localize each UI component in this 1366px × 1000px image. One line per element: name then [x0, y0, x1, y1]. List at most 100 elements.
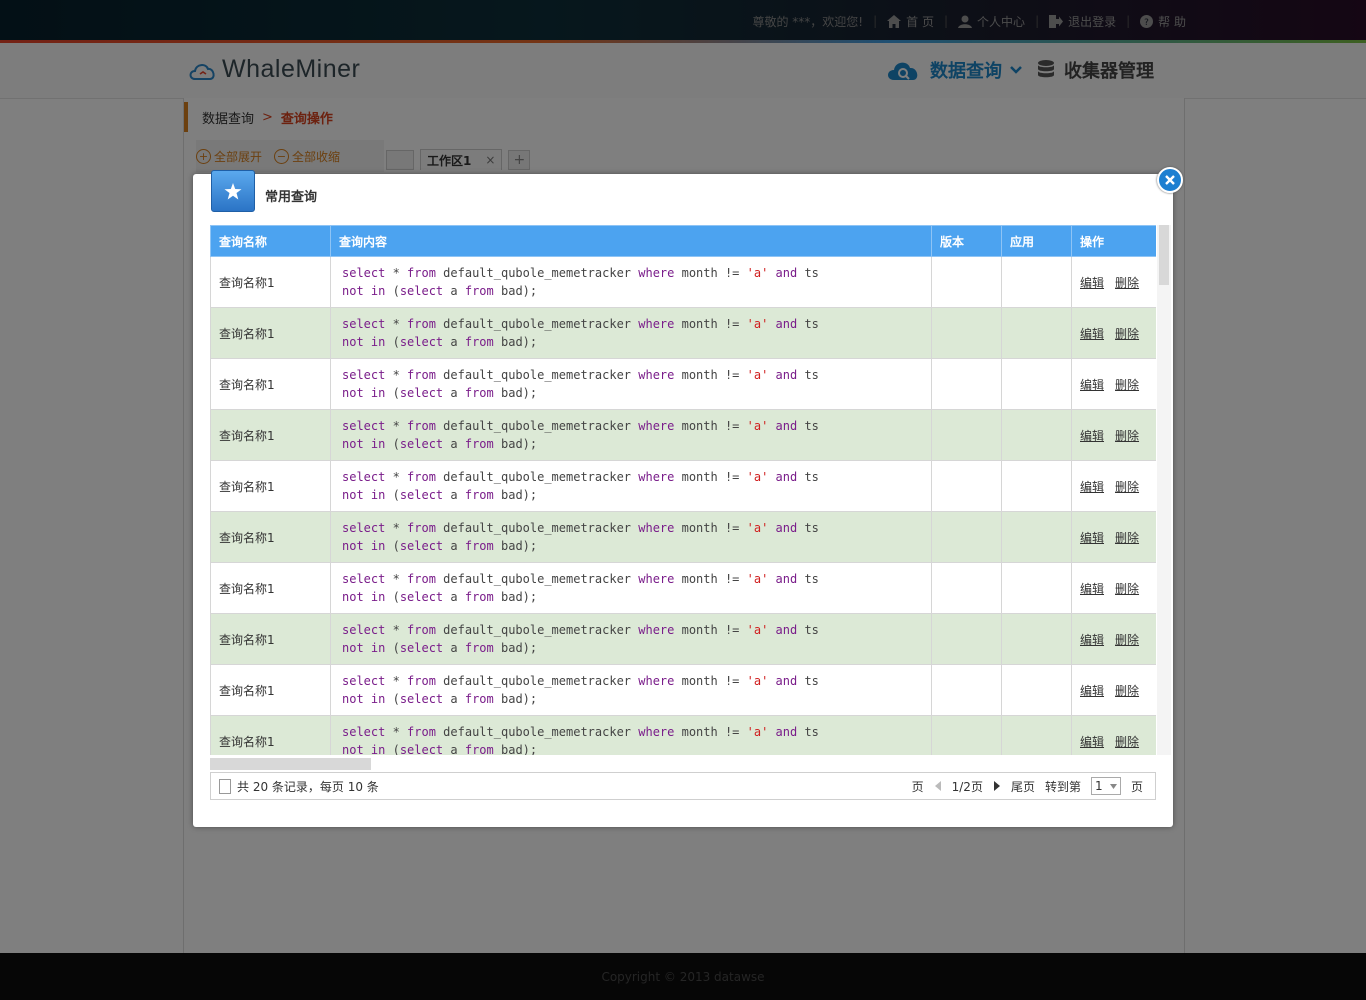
query-name-cell: 查询名称1: [210, 256, 331, 308]
column-header-version: 版本: [931, 225, 1002, 257]
delete-link[interactable]: 删除: [1115, 735, 1139, 749]
delete-link[interactable]: 删除: [1115, 480, 1139, 494]
last-page-link[interactable]: 尾页: [1011, 778, 1035, 795]
close-dialog-button[interactable]: [1157, 167, 1183, 193]
delete-link[interactable]: 删除: [1115, 684, 1139, 698]
sql-token: not in: [342, 743, 386, 755]
sql-token: *: [385, 725, 408, 739]
sql-token: not in: [342, 284, 386, 298]
sql-token: month !=: [674, 419, 747, 433]
sql-token: and: [775, 419, 798, 433]
version-cell: [931, 409, 1002, 461]
actions-cell: 编辑 删除: [1071, 256, 1156, 308]
version-cell: [931, 358, 1002, 410]
actions-cell: 编辑 删除: [1071, 307, 1156, 359]
app-cell: [1001, 460, 1072, 512]
sql-token: ts: [797, 725, 819, 739]
sql-token: from: [464, 692, 494, 706]
sql-token: select: [342, 572, 386, 586]
delete-link[interactable]: 删除: [1115, 531, 1139, 545]
query-content-cell: select * from default_qubole_memetracker…: [330, 409, 932, 461]
sql-token: ts: [797, 266, 819, 280]
sql-token: *: [385, 674, 408, 688]
delete-link[interactable]: 删除: [1115, 582, 1139, 596]
sql-token: and: [775, 368, 798, 382]
sql-token: (: [385, 437, 400, 451]
sql-token: from: [464, 335, 494, 349]
edit-link[interactable]: 编辑: [1080, 429, 1104, 443]
first-page-link[interactable]: 页: [912, 778, 924, 795]
sql-token: from: [407, 419, 436, 433]
sql-token: from: [464, 284, 494, 298]
edit-link[interactable]: 编辑: [1080, 633, 1104, 647]
pagination-bar: 共 20 条记录，每页 10 条 页 1/2页 尾页 转到第 1 页: [210, 772, 1156, 800]
table-row: 查询名称1 select * from default_qubole_memetr…: [210, 460, 1156, 512]
delete-link[interactable]: 删除: [1115, 633, 1139, 647]
sql-token: and: [775, 674, 798, 688]
edit-link[interactable]: 编辑: [1080, 684, 1104, 698]
sql-token: select: [399, 386, 444, 400]
table-row: 查询名称1 select * from default_qubole_memetr…: [210, 409, 1156, 461]
sql-token: 'a': [746, 266, 769, 280]
edit-link[interactable]: 编辑: [1080, 327, 1104, 341]
sql-token: a: [443, 386, 465, 400]
chevron-down-icon: [1109, 783, 1117, 789]
sql-token: ts: [797, 674, 819, 688]
sql-token: and: [775, 317, 798, 331]
column-header-actions: 操作: [1071, 225, 1156, 257]
prev-arrow-icon[interactable]: [934, 781, 942, 791]
sql-token: from: [407, 725, 436, 739]
edit-link[interactable]: 编辑: [1080, 378, 1104, 392]
sql-token: (: [385, 539, 400, 553]
query-name-cell: 查询名称1: [210, 460, 331, 512]
query-content-cell: select * from default_qubole_memetracker…: [330, 664, 932, 716]
edit-link[interactable]: 编辑: [1080, 276, 1104, 290]
version-cell: [931, 715, 1002, 755]
sql-token: *: [385, 470, 408, 484]
sql-token: where: [638, 725, 675, 739]
horizontal-scroll-thumb[interactable]: [210, 758, 371, 770]
sql-token: select: [399, 335, 444, 349]
sql-token: month !=: [674, 521, 747, 535]
queries-table-container: 查询名称 查询内容 版本 应用 操作 查询名称1 select * from de…: [210, 225, 1156, 755]
column-header-app: 应用: [1001, 225, 1072, 257]
sql-token: not in: [342, 386, 386, 400]
edit-link[interactable]: 编辑: [1080, 531, 1104, 545]
actions-cell: 编辑 删除: [1071, 358, 1156, 410]
sql-token: 'a': [746, 725, 769, 739]
delete-link[interactable]: 删除: [1115, 378, 1139, 392]
vertical-scrollbar[interactable]: [1157, 225, 1171, 755]
sql-token: month !=: [674, 470, 747, 484]
query-content-cell: select * from default_qubole_memetracker…: [330, 460, 932, 512]
version-cell: [931, 256, 1002, 308]
sql-token: where: [638, 470, 675, 484]
sql-token: bad);: [493, 590, 538, 604]
current-page: 1/2页: [951, 779, 983, 794]
sql-token: select: [399, 641, 444, 655]
next-arrow-icon[interactable]: [993, 781, 1001, 791]
sql-token: month !=: [674, 725, 747, 739]
delete-link[interactable]: 删除: [1115, 276, 1139, 290]
sql-token: ts: [797, 317, 819, 331]
page-select[interactable]: 1: [1090, 777, 1121, 795]
app-cell: [1001, 511, 1072, 563]
delete-link[interactable]: 删除: [1115, 327, 1139, 341]
sql-token: not in: [342, 437, 386, 451]
modal-overlay-footer: [0, 953, 1366, 1000]
sql-token: select: [342, 470, 386, 484]
sql-token: where: [638, 674, 675, 688]
app-cell: [1001, 562, 1072, 614]
sql-token: select: [399, 284, 444, 298]
edit-link[interactable]: 编辑: [1080, 480, 1104, 494]
vertical-scroll-thumb[interactable]: [1159, 225, 1169, 285]
edit-link[interactable]: 编辑: [1080, 735, 1104, 749]
delete-link[interactable]: 删除: [1115, 429, 1139, 443]
sql-token: from: [407, 368, 436, 382]
horizontal-scrollbar[interactable]: [210, 758, 1156, 770]
sql-token: from: [464, 743, 494, 755]
sql-token: a: [443, 437, 465, 451]
edit-link[interactable]: 编辑: [1080, 582, 1104, 596]
